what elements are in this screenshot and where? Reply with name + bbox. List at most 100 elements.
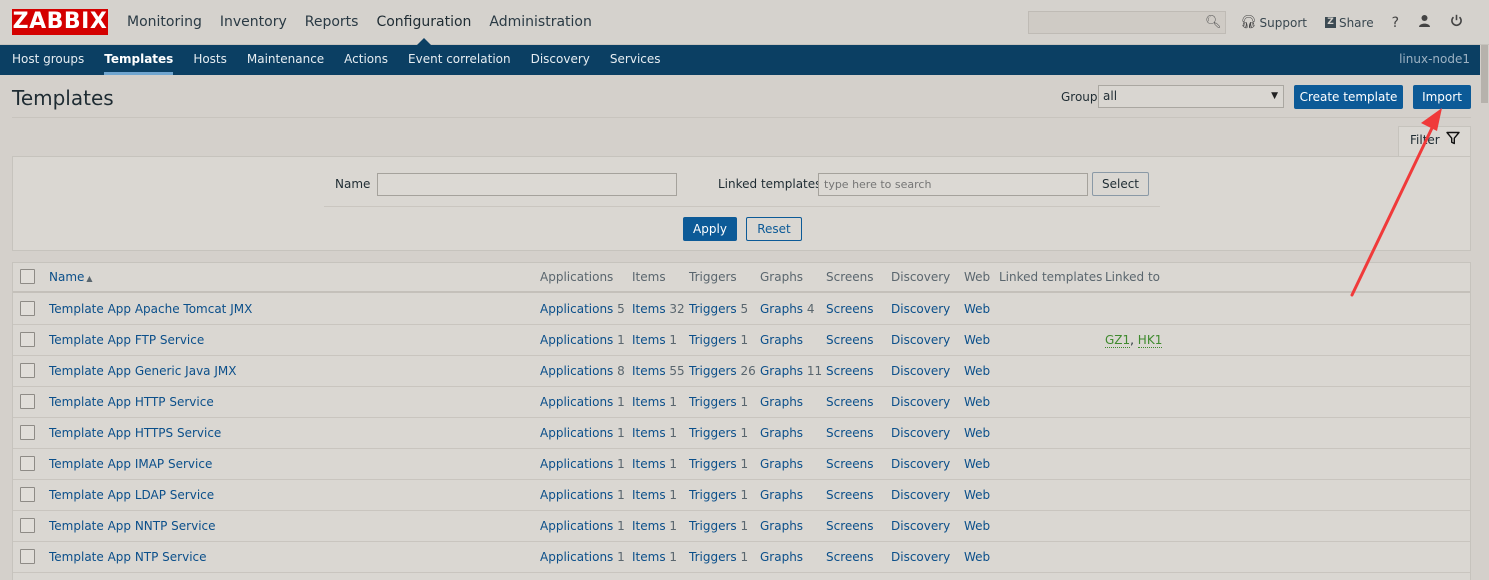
graphs-link[interactable]: Graphs <box>760 302 803 316</box>
discovery-link[interactable]: Discovery <box>891 364 950 378</box>
linked-host-link[interactable]: HK1 <box>1137 333 1163 348</box>
items-link[interactable]: Items <box>632 519 666 533</box>
select-templates-button[interactable]: Select <box>1092 172 1149 196</box>
support-link[interactable]: 🎧︎ Support <box>1240 15 1307 30</box>
page-scrollbar-thumb[interactable] <box>1481 45 1488 103</box>
triggers-link[interactable]: Triggers <box>689 519 737 533</box>
row-checkbox[interactable] <box>20 394 35 409</box>
graphs-link[interactable]: Graphs <box>760 488 803 502</box>
template-name-link[interactable]: Template App LDAP Service <box>49 488 214 502</box>
help-icon[interactable]: ? <box>1392 15 1399 31</box>
applications-link[interactable]: Applications <box>540 457 613 471</box>
main-menu-inventory[interactable]: Inventory <box>211 0 296 45</box>
submenu-item-host-groups[interactable]: Host groups <box>2 45 94 75</box>
web-link[interactable]: Web <box>964 395 990 409</box>
triggers-link[interactable]: Triggers <box>689 395 737 409</box>
triggers-link[interactable]: Triggers <box>689 457 737 471</box>
submenu-item-discovery[interactable]: Discovery <box>521 45 600 75</box>
triggers-link[interactable]: Triggers <box>689 364 737 378</box>
items-link[interactable]: Items <box>632 550 666 564</box>
template-name-link[interactable]: Template App HTTPS Service <box>49 426 221 440</box>
row-checkbox[interactable] <box>20 363 35 378</box>
screens-link[interactable]: Screens <box>826 519 874 533</box>
discovery-link[interactable]: Discovery <box>891 488 950 502</box>
row-checkbox[interactable] <box>20 425 35 440</box>
screens-link[interactable]: Screens <box>826 302 874 316</box>
items-link[interactable]: Items <box>632 426 666 440</box>
row-checkbox[interactable] <box>20 518 35 533</box>
graphs-link[interactable]: Graphs <box>760 364 803 378</box>
discovery-link[interactable]: Discovery <box>891 302 950 316</box>
items-link[interactable]: Items <box>632 333 666 347</box>
linked-templates-search-input[interactable] <box>818 173 1088 196</box>
web-link[interactable]: Web <box>964 426 990 440</box>
screens-link[interactable]: Screens <box>826 488 874 502</box>
triggers-link[interactable]: Triggers <box>689 488 737 502</box>
discovery-link[interactable]: Discovery <box>891 550 950 564</box>
template-name-link[interactable]: Template App Apache Tomcat JMX <box>49 302 252 316</box>
import-button[interactable]: Import <box>1413 85 1471 109</box>
template-name-link[interactable]: Template App Generic Java JMX <box>49 364 236 378</box>
row-checkbox[interactable] <box>20 332 35 347</box>
discovery-link[interactable]: Discovery <box>891 333 950 347</box>
web-link[interactable]: Web <box>964 550 990 564</box>
web-link[interactable]: Web <box>964 302 990 316</box>
row-checkbox[interactable] <box>20 456 35 471</box>
global-search-input[interactable]: 🔍︎ <box>1028 11 1226 34</box>
template-name-link[interactable]: Template App FTP Service <box>49 333 204 347</box>
applications-link[interactable]: Applications <box>540 395 613 409</box>
submenu-item-templates[interactable]: Templates <box>94 45 183 75</box>
items-link[interactable]: Items <box>632 364 666 378</box>
applications-link[interactable]: Applications <box>540 364 613 378</box>
web-link[interactable]: Web <box>964 333 990 347</box>
discovery-link[interactable]: Discovery <box>891 457 950 471</box>
triggers-link[interactable]: Triggers <box>689 333 737 347</box>
apply-filter-button[interactable]: Apply <box>683 217 737 241</box>
discovery-link[interactable]: Discovery <box>891 519 950 533</box>
power-sign-out-icon[interactable] <box>1450 14 1463 31</box>
applications-link[interactable]: Applications <box>540 333 613 347</box>
screens-link[interactable]: Screens <box>826 426 874 440</box>
submenu-item-maintenance[interactable]: Maintenance <box>237 45 334 75</box>
submenu-item-hosts[interactable]: Hosts <box>183 45 237 75</box>
main-menu-configuration[interactable]: Configuration <box>367 0 480 45</box>
create-template-button[interactable]: Create template <box>1294 85 1403 109</box>
main-menu-administration[interactable]: Administration <box>480 0 600 45</box>
applications-link[interactable]: Applications <box>540 550 613 564</box>
main-menu-monitoring[interactable]: Monitoring <box>118 0 211 45</box>
graphs-link[interactable]: Graphs <box>760 426 803 440</box>
graphs-link[interactable]: Graphs <box>760 519 803 533</box>
row-checkbox[interactable] <box>20 301 35 316</box>
triggers-link[interactable]: Triggers <box>689 302 737 316</box>
web-link[interactable]: Web <box>964 488 990 502</box>
template-name-link[interactable]: Template App NNTP Service <box>49 519 216 533</box>
submenu-item-actions[interactable]: Actions <box>334 45 398 75</box>
search-icon[interactable]: 🔍︎ <box>1205 15 1222 30</box>
graphs-link[interactable]: Graphs <box>760 333 803 347</box>
linked-host-link[interactable]: GZ1 <box>1105 333 1131 348</box>
applications-link[interactable]: Applications <box>540 488 613 502</box>
graphs-link[interactable]: Graphs <box>760 550 803 564</box>
reset-filter-button[interactable]: Reset <box>746 217 802 241</box>
web-link[interactable]: Web <box>964 364 990 378</box>
share-link[interactable]: Z Share <box>1324 16 1374 30</box>
triggers-link[interactable]: Triggers <box>689 426 737 440</box>
screens-link[interactable]: Screens <box>826 395 874 409</box>
row-checkbox[interactable] <box>20 487 35 502</box>
web-link[interactable]: Web <box>964 519 990 533</box>
items-link[interactable]: Items <box>632 302 666 316</box>
web-link[interactable]: Web <box>964 457 990 471</box>
items-link[interactable]: Items <box>632 488 666 502</box>
submenu-item-services[interactable]: Services <box>600 45 671 75</box>
template-name-link[interactable]: Template App IMAP Service <box>49 457 212 471</box>
graphs-link[interactable]: Graphs <box>760 457 803 471</box>
main-menu-reports[interactable]: Reports <box>296 0 368 45</box>
discovery-link[interactable]: Discovery <box>891 395 950 409</box>
filter-name-input[interactable] <box>377 173 677 196</box>
template-name-link[interactable]: Template App NTP Service <box>49 550 207 564</box>
column-header-name[interactable]: Name ▲ <box>49 270 93 284</box>
select-all-checkbox[interactable] <box>20 269 35 284</box>
submenu-item-event-correlation[interactable]: Event correlation <box>398 45 521 75</box>
items-link[interactable]: Items <box>632 395 666 409</box>
template-name-link[interactable]: Template App HTTP Service <box>49 395 214 409</box>
